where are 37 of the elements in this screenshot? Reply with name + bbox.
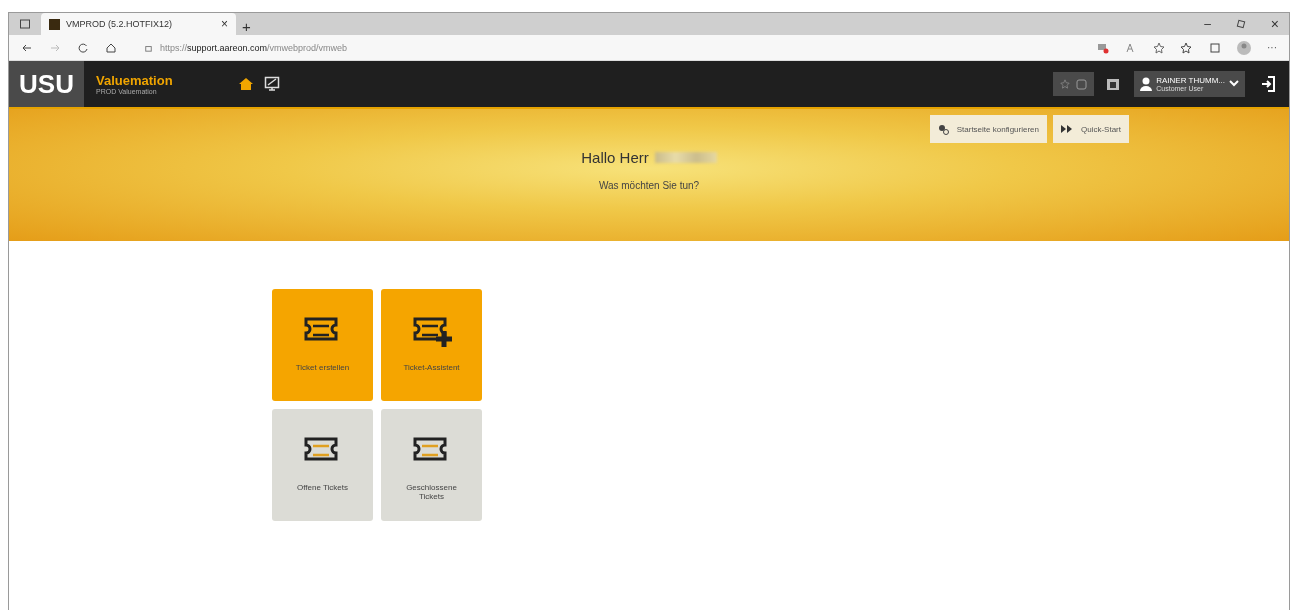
monitor-icon[interactable]	[264, 76, 280, 92]
tile-button[interactable]: Ticket erstellen	[272, 289, 373, 401]
user-name: RAINER THUMM...	[1156, 76, 1225, 85]
tile-button[interactable]: Offene Tickets	[272, 409, 373, 521]
user-icon	[1140, 77, 1153, 91]
greeting-text: Hallo Herr	[581, 149, 649, 166]
tab-actions-icon[interactable]	[19, 18, 31, 30]
tile-button[interactable]: Geschlossene Tickets	[381, 409, 482, 521]
url-text[interactable]: https://support.aareon.com/vmwebprod/vmweb	[160, 42, 348, 53]
tab-close-button[interactable]: ×	[221, 17, 228, 31]
close-button[interactable]: ×	[1270, 16, 1279, 32]
new-tab-button[interactable]: +	[242, 18, 251, 35]
product-name: Valuemation	[96, 73, 174, 88]
redacted-name	[654, 152, 717, 163]
usu-logo: USU	[9, 61, 84, 107]
minimize-button[interactable]: –	[1204, 17, 1211, 31]
logout-icon[interactable]	[1261, 76, 1275, 92]
browser-tab[interactable]: VMPROD (5.2.HOTFIX12) ×	[41, 13, 236, 35]
quick-start-button[interactable]: Quick-Start	[1053, 115, 1129, 143]
profile-icon[interactable]	[1237, 40, 1251, 55]
favorite-add-icon[interactable]	[1153, 41, 1165, 54]
tracking-icon[interactable]	[1097, 41, 1109, 54]
configure-button[interactable]: Startseite konfigurieren	[929, 115, 1047, 143]
banner-subtitle: Was möchten Sie tun?	[598, 180, 700, 191]
fast-forward-icon	[1061, 125, 1073, 133]
favorites-icon[interactable]	[1181, 41, 1193, 54]
restore-icon[interactable]	[1234, 18, 1247, 30]
home-icon[interactable]	[238, 77, 254, 91]
site-favicon	[49, 18, 60, 30]
chevron-down-icon	[1229, 80, 1239, 88]
tile-button[interactable]: Ticket-Assistent	[381, 289, 482, 401]
home-icon[interactable]	[105, 41, 117, 54]
calendar-icon[interactable]	[1106, 77, 1121, 91]
reload-icon[interactable]	[77, 41, 89, 54]
star-icon[interactable]	[1060, 79, 1071, 89]
gears-icon	[937, 123, 949, 135]
more-button[interactable]: ···	[1267, 42, 1277, 53]
